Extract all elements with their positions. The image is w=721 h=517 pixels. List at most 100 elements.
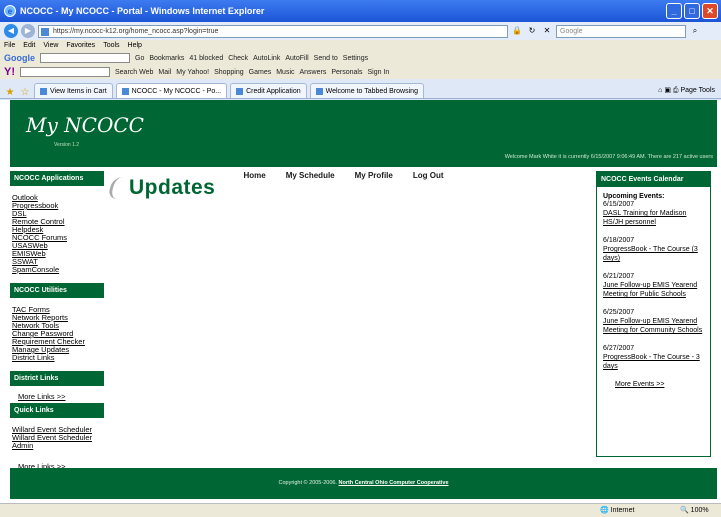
tab-page-icon bbox=[315, 87, 323, 95]
google-toolbar: Google Go Bookmarks 41 blocked Check Aut… bbox=[0, 51, 721, 65]
refresh-icon[interactable]: ↻ bbox=[526, 25, 538, 37]
forward-button[interactable]: ▶ bbox=[21, 24, 35, 38]
quick-links-heading: Quick Links bbox=[10, 403, 104, 418]
event-item: 6/15/2007 DASL Training for Madison HS/J… bbox=[603, 201, 704, 227]
event-date: 6/25/2007 bbox=[603, 309, 635, 316]
toolbar-answers[interactable]: Answers bbox=[300, 69, 327, 76]
events-heading: NCOCC Events Calendar bbox=[597, 172, 710, 187]
event-item: 6/18/2007 ProgressBook - The Course (3 d… bbox=[603, 237, 704, 263]
zoom-level[interactable]: 🔍 100% bbox=[680, 504, 709, 517]
utility-link[interactable]: District Links bbox=[12, 354, 102, 362]
toolbar-personals[interactable]: Personals bbox=[331, 69, 362, 76]
menu-edit[interactable]: Edit bbox=[23, 40, 35, 51]
more-events-link[interactable]: More Events >> bbox=[603, 381, 704, 388]
toolbar-go[interactable]: Go bbox=[135, 55, 144, 62]
toolbar-search-web[interactable]: Search Web bbox=[115, 69, 153, 76]
nav-my-schedule[interactable]: My Schedule bbox=[286, 167, 335, 184]
event-date: 6/27/2007 bbox=[603, 345, 635, 352]
address-bar[interactable]: https://my.ncocc-k12.org/home_ncocc.asp?… bbox=[38, 24, 508, 38]
address-text: https://my.ncocc-k12.org/home_ncocc.asp?… bbox=[53, 27, 219, 35]
tab-ncocc[interactable]: NCOCC - My NCOCC - Po... bbox=[115, 83, 228, 98]
toolbar-check[interactable]: Check bbox=[228, 55, 248, 62]
org-link[interactable]: North Central Ohio Computer Cooperative bbox=[339, 480, 449, 486]
swoosh-icon bbox=[107, 177, 131, 199]
lock-icon[interactable]: 🔒 bbox=[511, 25, 523, 37]
events-body: Upcoming Events: 6/15/2007 DASL Training… bbox=[597, 187, 710, 394]
minimize-button[interactable]: _ bbox=[666, 3, 682, 19]
ie-icon: e bbox=[4, 5, 16, 17]
toolbar-games[interactable]: Games bbox=[249, 69, 272, 76]
page-menu[interactable]: Page bbox=[680, 87, 696, 94]
version-label: Version 1.2 bbox=[54, 142, 80, 148]
back-button[interactable]: ◀ bbox=[4, 24, 18, 38]
nav-log-out[interactable]: Log Out bbox=[413, 167, 444, 184]
window-controls: _ □ ✕ bbox=[666, 3, 718, 19]
close-button[interactable]: ✕ bbox=[702, 3, 718, 19]
tab-credit-application[interactable]: Credit Application bbox=[230, 83, 307, 98]
tab-page-icon bbox=[236, 87, 244, 95]
feeds-icon[interactable]: ▣ bbox=[664, 87, 671, 94]
event-date: 6/21/2007 bbox=[603, 273, 635, 280]
toolbar-music[interactable]: Music bbox=[276, 69, 294, 76]
search-input[interactable]: Google bbox=[556, 24, 686, 38]
menu-favorites[interactable]: Favorites bbox=[66, 40, 95, 51]
toolbar-bookmarks[interactable]: Bookmarks bbox=[149, 55, 184, 62]
tab-welcome[interactable]: Welcome to Tabbed Browsing bbox=[309, 83, 424, 98]
toolbar-autofill[interactable]: AutoFill bbox=[285, 55, 308, 62]
applications-heading: NCOCC Applications bbox=[10, 171, 104, 186]
page-content: My NCOCC Version 1.2 Welcome Mark White … bbox=[0, 100, 721, 503]
tab-view-items[interactable]: View Items in Cart bbox=[34, 83, 113, 98]
page-title: Updates bbox=[107, 176, 216, 200]
event-item: 6/21/2007 June Follow-up EMIS Yearend Me… bbox=[603, 273, 704, 299]
favorites-star-icon[interactable]: ★ bbox=[4, 87, 16, 98]
toolbar-my-yahoo[interactable]: My Yahoo! bbox=[176, 69, 209, 76]
utilities-heading: NCOCC Utilities bbox=[10, 283, 104, 298]
event-item: 6/25/2007 June Follow-up EMIS Yearend Me… bbox=[603, 309, 704, 335]
site-footer: Copyright © 2005-2006. North Central Ohi… bbox=[10, 468, 717, 499]
tab-page-icon bbox=[40, 87, 47, 95]
stop-icon[interactable]: ✕ bbox=[541, 25, 553, 37]
yahoo-search-input[interactable] bbox=[20, 67, 110, 77]
toolbar-shopping[interactable]: Shopping bbox=[214, 69, 244, 76]
site-header: My NCOCC Version 1.2 Welcome Mark White … bbox=[10, 100, 717, 167]
toolbar-signin[interactable]: Sign In bbox=[367, 69, 389, 76]
status-bar: 🌐 Internet 🔍 100% bbox=[0, 503, 721, 517]
add-favorite-icon[interactable]: ☆ bbox=[19, 87, 31, 98]
event-date: 6/15/2007 bbox=[603, 201, 635, 208]
home-icon[interactable]: ⌂ bbox=[658, 87, 662, 94]
district-links-heading: District Links bbox=[10, 371, 104, 386]
toolbar-blocked[interactable]: 41 blocked bbox=[189, 55, 223, 62]
toolbar-settings[interactable]: Settings bbox=[343, 55, 368, 62]
browser-tabs: ★ ☆ View Items in Cart NCOCC - My NCOCC … bbox=[0, 79, 721, 99]
event-link[interactable]: DASL Training for Madison HS/JH personne… bbox=[603, 209, 704, 227]
district-more-links[interactable]: More Links >> bbox=[10, 386, 104, 403]
maximize-button[interactable]: □ bbox=[684, 3, 700, 19]
site-logo[interactable]: My NCOCC bbox=[26, 113, 144, 137]
page-icon bbox=[41, 27, 49, 36]
yahoo-logo: Y! bbox=[4, 66, 15, 78]
menu-view[interactable]: View bbox=[43, 40, 58, 51]
welcome-message: Welcome Mark White it is currently 6/15/… bbox=[504, 154, 713, 160]
search-icon[interactable]: ⌕ bbox=[689, 25, 701, 37]
menu-help[interactable]: Help bbox=[128, 40, 142, 51]
event-link[interactable]: ProgressBook - The Course (3 days) bbox=[603, 245, 704, 263]
event-link[interactable]: June Follow-up EMIS Yearend Meeting for … bbox=[603, 317, 704, 335]
nav-home[interactable]: Home bbox=[243, 167, 265, 184]
event-item: 6/27/2007 ProgressBook - The Course - 3 … bbox=[603, 345, 704, 371]
event-link[interactable]: June Follow-up EMIS Yearend Meeting for … bbox=[603, 281, 704, 299]
toolbar-autolink[interactable]: AutoLink bbox=[253, 55, 280, 62]
event-date: 6/18/2007 bbox=[603, 237, 635, 244]
google-search-input[interactable] bbox=[40, 53, 130, 63]
toolbar-mail[interactable]: Mail bbox=[158, 69, 171, 76]
nav-my-profile[interactable]: My Profile bbox=[355, 167, 393, 184]
yahoo-toolbar: Y! Search Web Mail My Yahoo! Shopping Ga… bbox=[0, 65, 721, 79]
tools-menu[interactable]: Tools bbox=[699, 87, 715, 94]
menu-file[interactable]: File bbox=[4, 40, 15, 51]
print-icon[interactable]: ⎙ bbox=[673, 87, 679, 94]
menu-tools[interactable]: Tools bbox=[103, 40, 119, 51]
page-title-text: Updates bbox=[129, 176, 216, 199]
event-link[interactable]: ProgressBook - The Course - 3 days bbox=[603, 353, 704, 371]
app-link[interactable]: SpamConsole bbox=[12, 266, 102, 274]
quick-link[interactable]: Admin bbox=[12, 442, 102, 450]
toolbar-sendto[interactable]: Send to bbox=[314, 55, 338, 62]
